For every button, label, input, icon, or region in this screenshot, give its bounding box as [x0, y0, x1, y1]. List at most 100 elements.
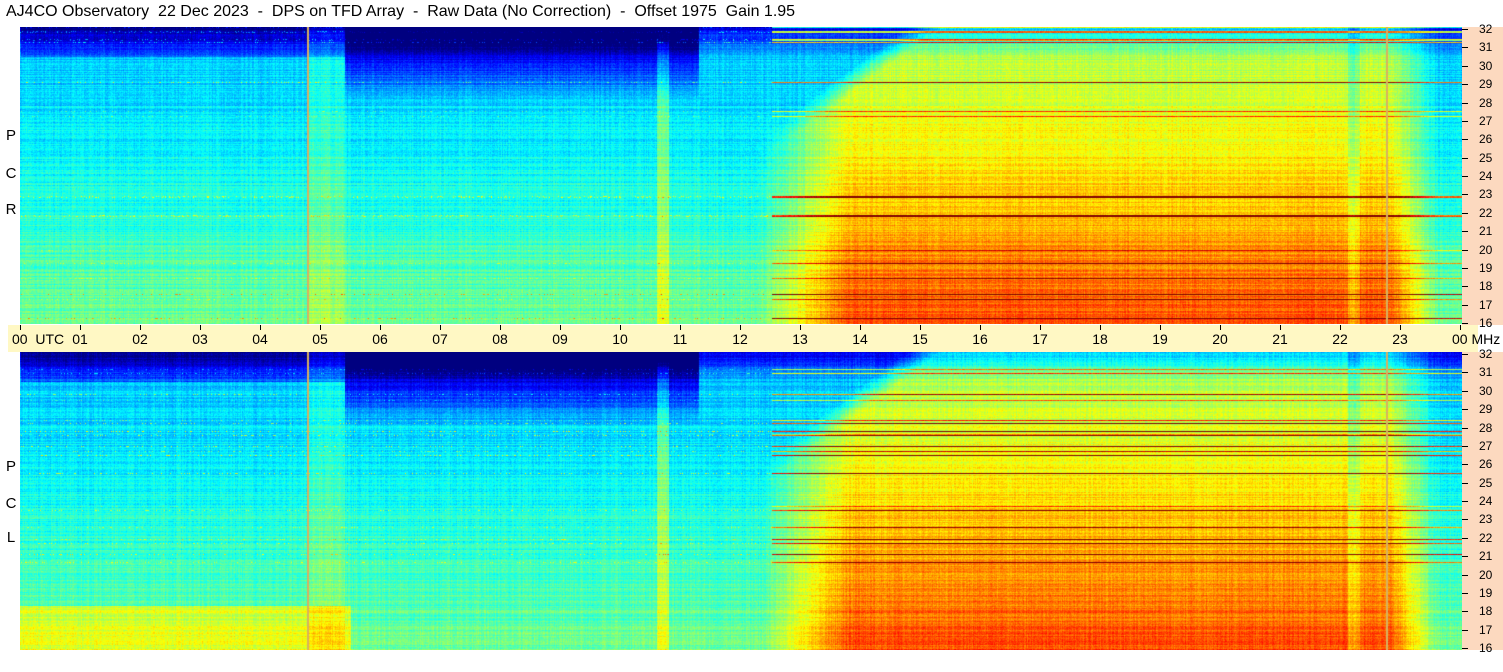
frequency-tick-mark [1462, 267, 1468, 269]
frequency-tick-label: 21 [1479, 224, 1493, 239]
time-tick-label: 10 [612, 331, 628, 347]
frequency-tick-mark [1462, 629, 1468, 631]
frequency-tick-label: 31 [1479, 365, 1493, 380]
frequency-tick-label: 23 [1479, 187, 1493, 202]
time-tick-mark [440, 325, 441, 330]
time-tick-mark [1100, 325, 1101, 330]
frequency-tick-label: 31 [1479, 40, 1493, 55]
time-tick-mark [1400, 325, 1401, 330]
frequency-tick-label: 18 [1479, 279, 1493, 294]
frequency-tick-label: 26 [1479, 132, 1493, 147]
frequency-tick-mark [1462, 445, 1468, 447]
frequency-tick-label: 17 [1479, 297, 1493, 312]
time-tick-mark [680, 325, 681, 330]
time-tick-label: 05 [312, 331, 328, 347]
frequency-tick-mark [1462, 574, 1468, 576]
frequency-tick-label: 32 [1479, 22, 1493, 36]
frequency-tick-mark [1462, 390, 1468, 392]
frequency-tick-mark [1462, 102, 1468, 104]
time-tick-mark [260, 325, 261, 330]
time-tick-mark [1160, 325, 1161, 330]
time-tick-label: 06 [372, 331, 388, 347]
frequency-tick-mark [1462, 120, 1468, 122]
frequency-tick-mark [1462, 592, 1468, 594]
frequency-tick-mark [1462, 537, 1468, 539]
time-tick-label: 15 [912, 331, 928, 347]
time-tick-mark [860, 325, 861, 330]
frequency-tick-label: 22 [1479, 205, 1493, 220]
polarization-letter: R [5, 201, 17, 218]
time-tick-label: 16 [972, 331, 988, 347]
frequency-tick-label: 29 [1479, 77, 1493, 92]
time-tick-label: 22 [1332, 331, 1348, 347]
frequency-tick-label: 30 [1479, 383, 1493, 398]
spectrogram-lcp-canvas [20, 352, 1462, 650]
time-tick-mark [740, 325, 741, 330]
frequency-tick-mark [1462, 29, 1468, 30]
polarization-letter: C [5, 495, 17, 512]
time-tick-mark [1280, 325, 1281, 330]
frequency-axis-top: 32 31 30 29 28 27 26 25 24 23 22 21 20 19 18 17 16 [1462, 22, 1503, 330]
frequency-tick-label: 19 [1479, 260, 1493, 275]
frequency-axis-bottom: 32 31 30 29 28 27 26 25 24 23 22 21 20 19 18 17 16 [1462, 347, 1503, 655]
time-tick-mark [1220, 325, 1221, 330]
time-tick-mark [980, 325, 981, 330]
frequency-tick-label: 19 [1479, 585, 1493, 600]
frequency-tick-mark [1462, 84, 1468, 86]
frequency-tick-label: 25 [1479, 150, 1493, 165]
frequency-tick-mark [1462, 194, 1468, 196]
frequency-tick-mark [1462, 464, 1468, 466]
frequency-tick-label: 29 [1479, 402, 1493, 417]
frequency-tick-mark [1462, 354, 1468, 355]
time-tick-mark [200, 325, 201, 330]
time-axis: 00 UTC 01 02 03 04 05 06 07 08 09 10 11 12 13 14 15 16 17… [8, 325, 1500, 352]
frequency-tick-label: 18 [1479, 604, 1493, 619]
frequency-tick-label: 16 [1479, 641, 1493, 655]
time-tick-label: 07 [432, 331, 448, 347]
frequency-tick-mark [1462, 176, 1468, 177]
frequency-tick-label: 24 [1479, 494, 1493, 508]
time-tick-label: 23 [1392, 331, 1408, 347]
time-tick-label: 00 MHz [1452, 331, 1501, 347]
frequency-tick-label: 28 [1479, 95, 1493, 110]
time-tick-label: 09 [552, 331, 568, 347]
time-tick-mark [1040, 325, 1041, 330]
time-tick-label: 08 [492, 331, 508, 347]
time-tick-mark [1460, 325, 1461, 330]
frequency-tick-label: 20 [1479, 242, 1493, 257]
frequency-tick-label: 24 [1479, 169, 1493, 183]
frequency-tick-label: 27 [1479, 438, 1493, 453]
frequency-tick-label: 25 [1479, 475, 1493, 490]
frequency-tick-mark [1462, 501, 1468, 502]
time-tick-mark [620, 325, 621, 330]
frequency-tick-label: 20 [1479, 567, 1493, 582]
frequency-tick-mark [1462, 249, 1468, 251]
frequency-tick-label: 27 [1479, 113, 1493, 128]
frequency-tick-mark [1462, 157, 1468, 159]
frequency-tick-label: 26 [1479, 457, 1493, 472]
frequency-tick-mark [1462, 304, 1468, 306]
frequency-tick-mark [1462, 372, 1468, 374]
polarization-letter: P [5, 127, 16, 144]
spectrogram-lcp [20, 352, 1462, 650]
time-tick-label: 01 [72, 331, 88, 347]
time-tick-label: 04 [252, 331, 268, 347]
spectrogram-rcp-canvas [20, 27, 1462, 324]
frequency-tick-label: 22 [1479, 530, 1493, 545]
frequency-tick-mark [1462, 323, 1468, 324]
time-tick-mark [560, 325, 561, 330]
time-tick-label: 03 [192, 331, 208, 347]
frequency-tick-mark [1462, 556, 1468, 558]
frequency-tick-label: 21 [1479, 549, 1493, 564]
time-tick-label: 12 [732, 331, 748, 347]
time-tick-label: 20 [1212, 331, 1228, 347]
frequency-tick-label: 32 [1479, 347, 1493, 361]
frequency-tick-mark [1462, 65, 1468, 67]
frequency-tick-mark [1462, 427, 1468, 429]
chart-title: AJ4CO Observatory 22 Dec 2023 - DPS on T… [6, 3, 796, 20]
time-tick-mark [500, 325, 501, 330]
time-tick-mark [80, 325, 81, 330]
frequency-tick-label: 30 [1479, 58, 1493, 73]
time-tick-label: 17 [1032, 331, 1048, 347]
time-tick-label: 02 [132, 331, 148, 347]
